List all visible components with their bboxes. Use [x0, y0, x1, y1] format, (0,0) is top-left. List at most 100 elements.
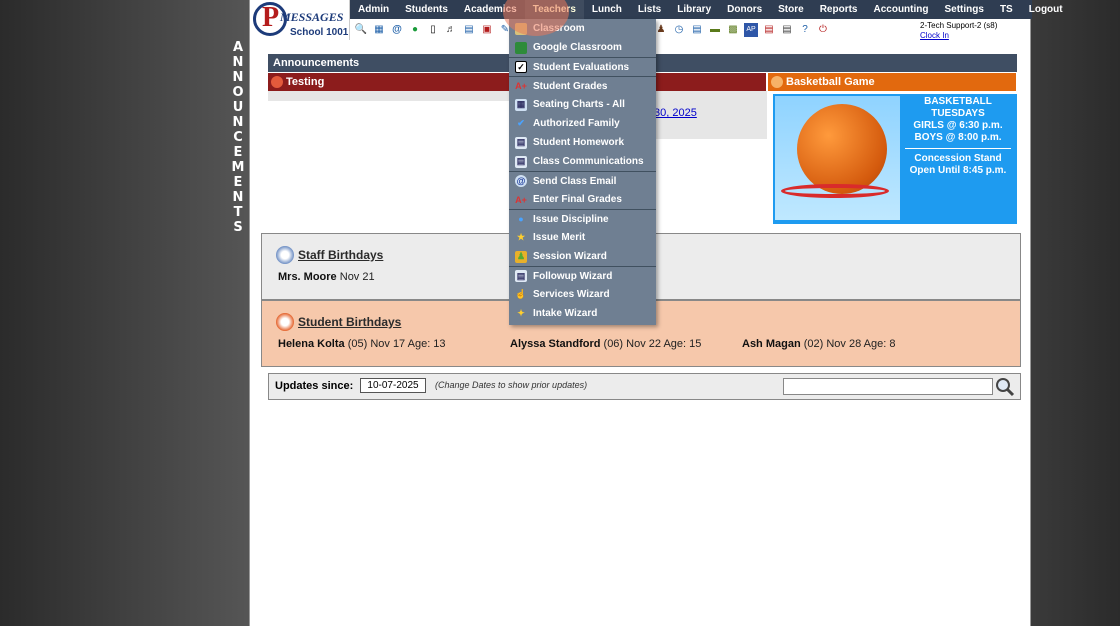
dd-label: Classroom [533, 23, 585, 34]
dd-label: Google Classroom [533, 42, 622, 53]
dd-issue-merit[interactable]: ★ Issue Merit [509, 228, 656, 247]
letter: U [232, 100, 244, 115]
updates-search-input[interactable] [783, 378, 993, 395]
dd-issue-discipline[interactable]: ● Issue Discipline [509, 209, 656, 228]
birthday-detail: (06) Nov 22 Age: 15 [603, 338, 702, 350]
updates-bar: Updates since: 10-07-2025 (Change Dates … [268, 373, 1021, 400]
grade-a-plus-icon: A+ [515, 81, 527, 91]
dd-services-wizard[interactable]: ☝ Services Wizard [509, 285, 656, 304]
updates-date-input[interactable]: 10-07-2025 [360, 378, 426, 393]
announcement-basketball-header[interactable]: Basketball Game [768, 73, 1016, 91]
birthday-name: Alyssa Standford [510, 338, 601, 350]
document-icon[interactable]: ▤ [690, 23, 704, 37]
announcement-title: Testing [286, 76, 325, 88]
menu-donors[interactable]: Donors [719, 0, 770, 19]
hoop-rim-image [781, 184, 889, 198]
school-logo[interactable]: MESSAGES School 1001 [250, 0, 350, 40]
announcement-date-link[interactable]: 30, 2025 [654, 107, 697, 119]
cake-icon [276, 313, 294, 331]
search-icon[interactable] [995, 377, 1015, 397]
calendar-grid-icon[interactable]: ▦ [372, 23, 386, 37]
checkmark-icon: ✔ [517, 118, 525, 128]
dd-google-classroom[interactable]: Google Classroom [509, 38, 656, 57]
menu-library[interactable]: Library [669, 0, 719, 19]
basketball-flyer: BASKETBALL TUESDAYS GIRLS @ 6:30 p.m. BO… [773, 94, 1017, 224]
dd-intake-wizard[interactable]: ✦ Intake Wizard [509, 304, 656, 323]
dd-student-grades[interactable]: A+ Student Grades [509, 76, 656, 95]
birthday-entry: Helena Kolta (05) Nov 17 Age: 13 [278, 338, 446, 350]
dd-student-homework[interactable]: ▤ Student Homework [509, 133, 656, 152]
dd-class-communications[interactable]: ▤ Class Communications [509, 152, 656, 171]
clock-icon[interactable]: ◷ [672, 23, 686, 37]
dd-label: Send Class Email [533, 175, 617, 187]
updates-hint: (Change Dates to show prior updates) [435, 380, 588, 390]
money-icon[interactable]: ▤ [780, 23, 794, 37]
power-icon[interactable]: ⏻ [816, 23, 830, 37]
search-icon[interactable]: 🔍 [354, 23, 368, 37]
dd-label: Issue Discipline [533, 213, 609, 225]
calendar-icon[interactable]: ▣ [480, 23, 494, 37]
dd-enter-final-grades[interactable]: A+ Enter Final Grades [509, 190, 656, 209]
announcement-title: Basketball Game [786, 76, 875, 88]
letter: N [232, 55, 244, 70]
menu-students[interactable]: Students [397, 0, 456, 19]
menu-admin[interactable]: Admin [350, 0, 397, 19]
dd-label: Issue Merit [533, 232, 586, 243]
flyer-text: BASKETBALL TUESDAYS GIRLS @ 6:30 p.m. BO… [901, 96, 1015, 177]
cake-icon [276, 246, 294, 264]
basketball-photo [775, 96, 900, 220]
user-name: 2-Tech Support-2 (s8) [920, 21, 998, 30]
email-at-icon[interactable]: @ [390, 23, 404, 37]
menu-store[interactable]: Store [770, 0, 812, 19]
folder-icon [515, 22, 527, 35]
menu-lunch[interactable]: Lunch [584, 0, 630, 19]
clock-in-link[interactable]: Clock In [920, 31, 997, 41]
menu-lists[interactable]: Lists [630, 0, 669, 19]
birthday-name: Mrs. Moore [278, 271, 337, 283]
chat-icon[interactable]: ● [408, 23, 422, 37]
dd-student-evaluations[interactable]: ✓ Student Evaluations [509, 57, 656, 76]
menu-reports[interactable]: Reports [812, 0, 866, 19]
flyer-line: Open Until 8:45 p.m. [909, 165, 1007, 176]
speaker-icon[interactable]: ♬ [444, 23, 458, 37]
birthday-entry: Alyssa Standford (06) Nov 22 Age: 15 [510, 338, 701, 350]
help-icon[interactable]: ? [798, 23, 812, 37]
menu-academics[interactable]: Academics [456, 0, 525, 19]
dd-classroom[interactable]: Classroom [509, 19, 656, 38]
pdf-icon[interactable]: ▤ [762, 23, 776, 37]
top-menu-bar: Admin Students Academics Teachers Lunch … [350, 0, 1063, 19]
dd-followup-wizard[interactable]: ▤ Followup Wizard [509, 266, 656, 285]
dd-label: Authorized Family [533, 118, 620, 129]
form-icon[interactable]: ▤ [462, 23, 476, 37]
mobile-phone-icon[interactable]: ▯ [426, 23, 440, 37]
people-icon[interactable]: ♟ [654, 23, 668, 37]
menu-settings[interactable]: Settings [937, 0, 992, 19]
student-birthdays-title[interactable]: Student Birthdays [298, 315, 401, 329]
dd-label: Services Wizard [533, 289, 610, 300]
menu-accounting[interactable]: Accounting [866, 0, 937, 19]
basketball-image [797, 104, 887, 194]
flyer-line: TUESDAYS [931, 108, 985, 119]
dd-label: Intake Wizard [533, 308, 598, 319]
dd-label: Followup Wizard [533, 270, 613, 282]
staff-birthdays-title[interactable]: Staff Birthdays [298, 248, 383, 262]
dd-session-wizard[interactable]: ♟ Session Wizard [509, 247, 656, 266]
menu-ts[interactable]: TS [992, 0, 1021, 19]
dd-authorized-family[interactable]: ✔ Authorized Family [509, 114, 656, 133]
menu-teachers[interactable]: Teachers [524, 0, 584, 19]
flyer-divider [905, 148, 1011, 149]
menu-logout[interactable]: Logout [1021, 0, 1071, 19]
ap-badge-icon[interactable]: AP [744, 22, 758, 37]
letter: C [233, 130, 243, 145]
location-pin-icon: ● [518, 214, 524, 224]
dd-label: Student Homework [533, 137, 625, 148]
teachers-dropdown-menu: Classroom Google Classroom ✓ Student Eval… [509, 19, 656, 325]
announcement-icon [271, 76, 283, 88]
printer-icon[interactable]: ▩ [726, 23, 740, 37]
flyer-line: GIRLS @ 6:30 p.m. [913, 120, 1003, 131]
book-icon: ▤ [515, 136, 527, 149]
card-icon[interactable]: ▬ [708, 23, 722, 37]
dd-send-class-email[interactable]: @ Send Class Email [509, 171, 656, 190]
document-icon: ▤ [515, 270, 527, 282]
dd-seating-charts[interactable]: ▦ Seating Charts - All [509, 95, 656, 114]
